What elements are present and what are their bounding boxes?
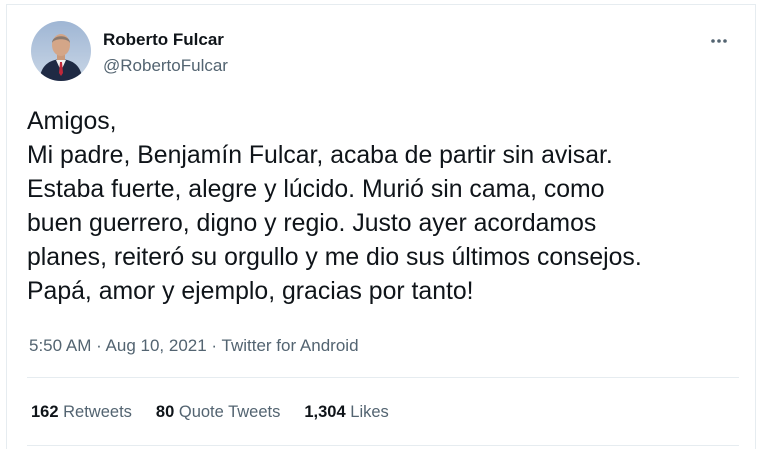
tweet-text-line: Amigos, bbox=[27, 108, 117, 135]
likes-label: Likes bbox=[350, 403, 389, 421]
divider bbox=[27, 445, 739, 446]
quote-tweets-count: 80 bbox=[155, 403, 175, 421]
engagement-stats: 162 Retweets 80 Quote Tweets 1,304 Likes bbox=[31, 403, 389, 422]
tweet-date[interactable]: Aug 10, 2021 bbox=[106, 336, 207, 355]
tweet-text-line: planes, reiteró su orgullo y me dio sus … bbox=[27, 244, 642, 271]
tweet-text-line: Papá, amor y ejemplo, gracias por tanto! bbox=[27, 278, 474, 305]
more-horizontal-icon bbox=[711, 39, 727, 43]
tweet-metadata: 5:50 AM · Aug 10, 2021 · Twitter for And… bbox=[29, 336, 359, 356]
divider bbox=[27, 377, 739, 378]
tweet-text-line: buen guerrero, digno y regio. Justo ayer… bbox=[27, 210, 597, 237]
tweet-text-line: Estaba fuerte, alegre y lúcido. Murió si… bbox=[27, 176, 605, 203]
meta-separator: · bbox=[91, 336, 106, 355]
quote-tweets-stat[interactable]: 80 Quote Tweets bbox=[156, 403, 280, 422]
avatar[interactable] bbox=[31, 21, 91, 81]
likes-count: 1,304 bbox=[304, 403, 346, 421]
likes-stat[interactable]: 1,304 Likes bbox=[304, 403, 388, 422]
avatar-image bbox=[31, 21, 91, 81]
tweet-text: Amigos, Mi padre, Benjamín Fulcar, acaba… bbox=[27, 105, 751, 309]
retweets-stat[interactable]: 162 Retweets bbox=[31, 403, 132, 422]
author-handle[interactable]: @RobertoFulcar bbox=[103, 56, 228, 76]
meta-separator: · bbox=[206, 336, 222, 355]
tweet-text-line: Mi padre, Benjamín Fulcar, acaba de part… bbox=[27, 142, 613, 169]
retweets-count: 162 bbox=[31, 403, 59, 421]
retweets-label: Retweets bbox=[63, 403, 132, 421]
quote-tweets-label: Quote Tweets bbox=[178, 403, 281, 421]
tweet-source[interactable]: Twitter for Android bbox=[222, 336, 359, 355]
more-options-button[interactable] bbox=[705, 27, 733, 55]
author-name[interactable]: Roberto Fulcar bbox=[103, 30, 224, 50]
tweet-card: Roberto Fulcar @RobertoFulcar Amigos, Mi… bbox=[6, 4, 756, 449]
tweet-time[interactable]: 5:50 AM bbox=[29, 336, 91, 355]
